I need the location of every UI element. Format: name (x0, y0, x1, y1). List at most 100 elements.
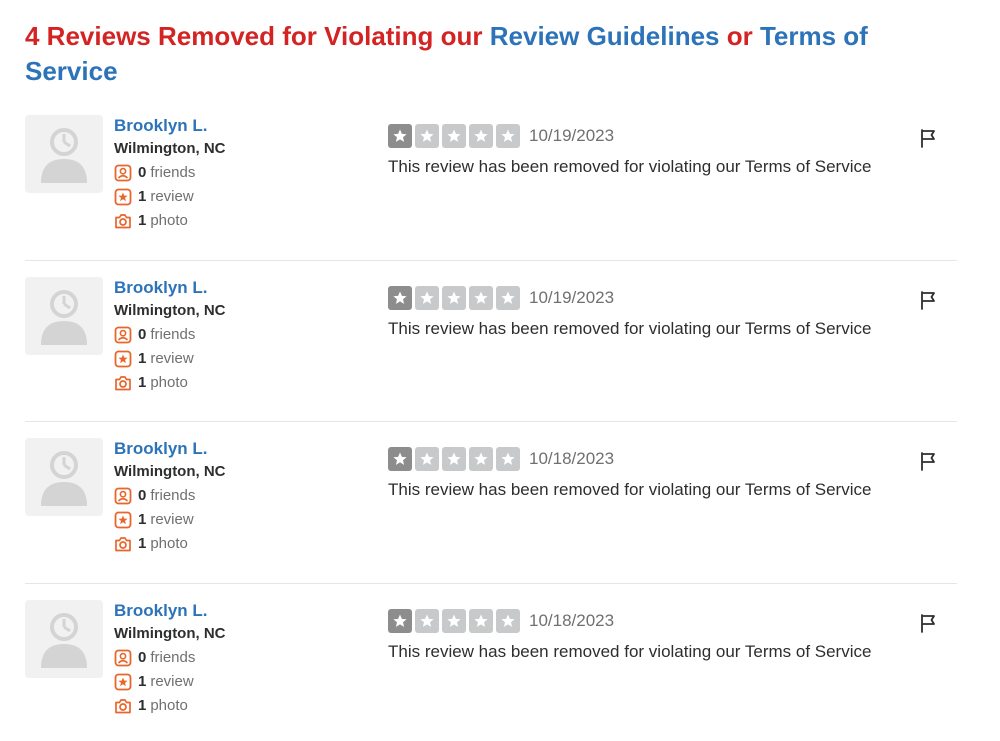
user-location: Wilmington, NC (114, 140, 226, 157)
reviews-label: review (150, 349, 194, 367)
photos-label: photo (150, 696, 188, 714)
photos-stat: 1 photo (114, 374, 226, 392)
camera-icon (115, 698, 131, 713)
star-empty-icon (496, 285, 520, 310)
user-info: Brooklyn L. Wilmington, NC 0 friends 1 r… (114, 439, 226, 553)
reviews-stat: 1 review (114, 350, 226, 368)
review-text: This review has been removed for violati… (388, 318, 872, 338)
star-empty-icon (469, 124, 493, 148)
user-info: Brooklyn L. Wilmington, NC 0 friends 1 r… (114, 116, 226, 230)
user-name-link[interactable]: Brooklyn L. (114, 601, 226, 621)
page-title: 4 Reviews Removed for Violating our Revi… (25, 0, 925, 89)
review-date: 10/18/2023 (529, 610, 615, 630)
star-empty-icon (496, 447, 520, 471)
avatar[interactable] (25, 276, 103, 355)
photos-stat: 1 photo (114, 535, 226, 553)
star-empty-icon (442, 124, 466, 148)
star-empty-icon (469, 608, 493, 633)
review-text: This review has been removed for violati… (388, 480, 872, 499)
removed-reviews-page: 4 Reviews Removed for Violating our Revi… (0, 0, 1000, 741)
user-name-link[interactable]: Brooklyn L. (114, 116, 226, 136)
star-filled-icon (388, 285, 412, 310)
default-user-icon (41, 289, 87, 345)
review-star-icon (114, 188, 132, 206)
friends-label: friends (150, 164, 196, 181)
photos-stat: 1 photo (114, 212, 226, 230)
photos-count: 1 (138, 535, 147, 552)
review-date: 10/19/2023 (529, 287, 615, 307)
friends-count: 0 (138, 164, 147, 181)
friends-count: 0 (138, 325, 147, 343)
user-info: Brooklyn L. Wilmington, NC 0 friends 1 r… (114, 278, 226, 392)
star-rating (388, 124, 520, 148)
user-info: Brooklyn L. Wilmington, NC 0 friends 1 r… (114, 601, 226, 715)
review-star-icon (114, 350, 132, 367)
star-empty-icon (442, 285, 466, 310)
star-empty-icon (442, 608, 466, 633)
camera-icon (115, 537, 131, 552)
review-item: Brooklyn L. Wilmington, NC 0 friends 1 r… (25, 99, 957, 261)
friends-label: friends (150, 648, 196, 666)
friends-icon (114, 164, 132, 182)
star-filled-icon (388, 608, 412, 633)
camera-icon (115, 375, 131, 390)
reviews-count: 1 (138, 511, 147, 528)
friends-count: 0 (138, 648, 147, 666)
photos-count: 1 (138, 696, 147, 714)
flag-icon[interactable] (917, 450, 939, 472)
review-item: Brooklyn L. Wilmington, NC 0 friends 1 r… (25, 584, 957, 741)
flag-icon[interactable] (917, 612, 939, 634)
review-star-icon (114, 673, 132, 690)
rating-row: 10/18/2023 (388, 608, 871, 633)
friends-count: 0 (138, 487, 147, 504)
reviews-count: 1 (138, 188, 147, 205)
reviews-label: review (150, 511, 194, 528)
friends-stat: 0 friends (114, 649, 226, 667)
star-rating (388, 447, 520, 471)
star-empty-icon (415, 124, 439, 148)
rating-row: 10/19/2023 (388, 124, 871, 148)
default-user-icon (41, 612, 87, 668)
friends-icon (114, 649, 132, 666)
photos-count: 1 (138, 373, 147, 391)
user-location: Wilmington, NC (114, 463, 226, 480)
photos-label: photo (150, 535, 188, 552)
friends-label: friends (150, 325, 196, 343)
star-empty-icon (415, 447, 439, 471)
star-rating (388, 608, 520, 633)
review-item: Brooklyn L. Wilmington, NC 0 friends 1 r… (25, 261, 957, 422)
flag-icon[interactable] (917, 127, 939, 149)
reviews-label: review (150, 188, 194, 205)
review-body: 10/18/2023 This review has been removed … (388, 447, 871, 500)
user-name-link[interactable]: Brooklyn L. (114, 439, 226, 459)
photos-stat: 1 photo (114, 697, 226, 715)
review-text: This review has been removed for violati… (388, 157, 872, 176)
avatar[interactable] (25, 115, 103, 193)
default-user-icon (41, 451, 87, 506)
flag-icon[interactable] (917, 289, 939, 311)
review-list: Brooklyn L. Wilmington, NC 0 friends 1 r… (25, 99, 957, 741)
default-user-icon (41, 128, 87, 183)
user-name-link[interactable]: Brooklyn L. (114, 278, 226, 298)
review-guidelines-link[interactable]: Review Guidelines (490, 21, 720, 51)
friends-stat: 0 friends (114, 164, 226, 182)
reviews-stat: 1 review (114, 673, 226, 691)
reviews-label: review (150, 672, 194, 690)
review-item: Brooklyn L. Wilmington, NC 0 friends 1 r… (25, 422, 957, 584)
review-body: 10/19/2023 This review has been removed … (388, 285, 872, 339)
rating-row: 10/19/2023 (388, 285, 871, 310)
review-text: This review has been removed for violati… (388, 641, 872, 661)
reviews-count: 1 (138, 672, 147, 690)
review-star-icon (114, 511, 132, 529)
avatar[interactable] (25, 438, 103, 516)
user-location: Wilmington, NC (114, 624, 226, 642)
photos-label: photo (150, 212, 188, 229)
star-empty-icon (496, 608, 520, 633)
title-or: or (719, 21, 760, 51)
star-filled-icon (388, 124, 412, 148)
star-empty-icon (442, 447, 466, 471)
avatar[interactable] (25, 599, 103, 678)
reviews-count: 1 (138, 349, 147, 367)
star-empty-icon (415, 608, 439, 633)
review-body: 10/19/2023 This review has been removed … (388, 124, 871, 177)
